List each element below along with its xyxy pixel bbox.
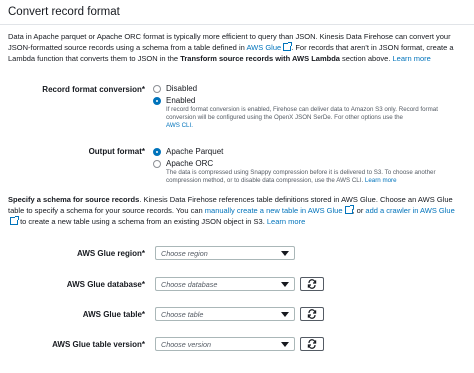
glue-table-version-label: AWS Glue table version* <box>52 340 145 349</box>
schema-description: Specify a schema for source records. Kin… <box>8 194 464 227</box>
add-crawler-link[interactable]: add a crawler in AWS Glue <box>365 206 454 215</box>
glue-table-label: AWS Glue table* <box>82 310 145 319</box>
radio-parquet-label: Apache Parquet <box>166 147 224 156</box>
caret-down-icon <box>281 312 289 317</box>
schema-learn-more-link[interactable]: Learn more <box>267 217 305 226</box>
radio-disabled-label: Disabled <box>166 84 198 93</box>
orc-description: The data is compressed using Snappy comp… <box>166 169 461 185</box>
record-format-label: Record format conversion* <box>42 85 145 94</box>
glue-region-placeholder: Choose region <box>161 249 208 258</box>
external-link-icon <box>344 205 354 214</box>
caret-down-icon <box>281 251 289 256</box>
aws-cli-link[interactable]: AWS CLI. <box>166 122 193 129</box>
intro-bold: Transform source records with AWS Lambda <box>180 54 340 63</box>
refresh-icon <box>307 339 317 349</box>
radio-disabled[interactable] <box>153 85 161 93</box>
radio-enabled-label: Enabled <box>166 96 196 105</box>
output-format-label: Output format* <box>88 147 145 156</box>
learn-more-link[interactable]: Learn more <box>393 54 431 63</box>
section-divider <box>0 24 474 25</box>
intro-text: Data in Apache parquet or Apache ORC for… <box>8 31 464 64</box>
caret-down-icon <box>281 282 289 287</box>
radio-enabled[interactable] <box>153 97 161 105</box>
glue-table-placeholder: Choose table <box>161 310 204 319</box>
schema-bold: Specify a schema for source records <box>8 195 140 204</box>
glue-table-select[interactable]: Choose table <box>155 307 295 321</box>
radio-apache-orc[interactable] <box>153 160 161 168</box>
orc-learn-more-link[interactable]: Learn more <box>365 177 397 184</box>
external-link-icon <box>10 216 19 225</box>
radio-apache-parquet[interactable] <box>153 148 161 156</box>
glue-database-select[interactable]: Choose database <box>155 277 295 291</box>
manual-create-table-link[interactable]: manually create a new table in AWS Glue <box>205 206 343 215</box>
refresh-icon <box>307 279 317 289</box>
intro-text-3: section above. <box>339 54 393 63</box>
refresh-database-button[interactable] <box>300 277 324 291</box>
enabled-description: If record format conversion is enabled, … <box>166 106 456 131</box>
glue-database-label: AWS Glue database* <box>66 280 145 289</box>
refresh-version-button[interactable] <box>300 337 324 351</box>
glue-database-placeholder: Choose database <box>161 280 218 289</box>
refresh-table-button[interactable] <box>300 307 324 321</box>
glue-version-placeholder: Choose version <box>161 340 211 349</box>
enabled-desc-text: If record format conversion is enabled, … <box>166 106 438 122</box>
caret-down-icon <box>281 342 289 347</box>
schema-text-3: to create a new table using a schema fro… <box>18 217 267 226</box>
radio-orc-label: Apache ORC <box>166 159 214 168</box>
glue-table-version-select[interactable]: Choose version <box>155 337 295 351</box>
glue-region-select[interactable]: Choose region <box>155 246 295 260</box>
glue-region-label: AWS Glue region* <box>76 249 145 258</box>
refresh-icon <box>307 309 317 319</box>
aws-glue-link[interactable]: AWS Glue <box>246 43 281 52</box>
section-title: Convert record format <box>8 6 120 18</box>
schema-text-2: ; or <box>352 206 366 215</box>
external-link-icon <box>283 42 293 51</box>
